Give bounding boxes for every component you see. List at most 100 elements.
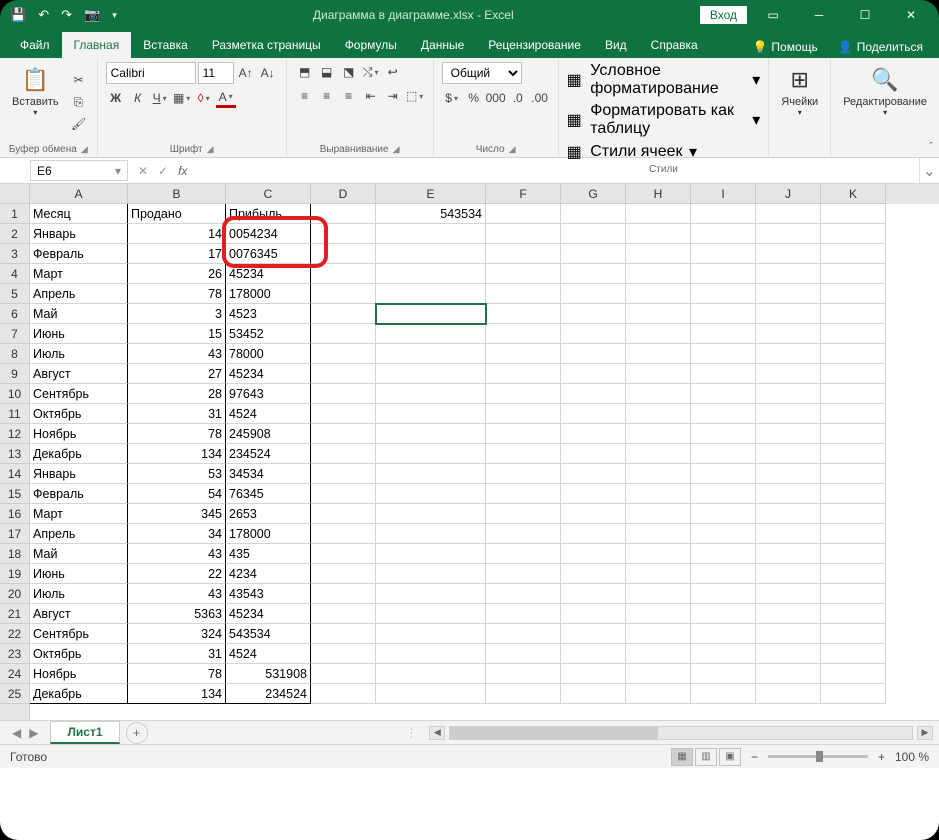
cell[interactable]: Март — [30, 504, 128, 524]
cell[interactable]: 0054234 — [226, 224, 311, 244]
row-header[interactable]: 11 — [0, 404, 30, 424]
cell[interactable]: 178000 — [226, 524, 311, 544]
conditional-formatting-button[interactable]: ▦ Условное форматирование ▾ — [567, 62, 761, 98]
cell[interactable] — [756, 464, 821, 484]
cell[interactable]: 78 — [128, 664, 226, 684]
tab-home[interactable]: Главная — [62, 32, 132, 58]
collapse-ribbon-icon[interactable]: ˆ — [929, 141, 933, 153]
cell[interactable]: Октябрь — [30, 644, 128, 664]
cell[interactable] — [821, 604, 886, 624]
col-header-E[interactable]: E — [376, 184, 486, 204]
cell[interactable] — [626, 504, 691, 524]
align-middle-icon[interactable]: ⬓ — [317, 62, 337, 82]
cell[interactable] — [486, 264, 561, 284]
cell[interactable] — [376, 644, 486, 664]
cell[interactable]: 435 — [226, 544, 311, 564]
decrease-font-icon[interactable]: A↓ — [258, 63, 278, 83]
cell[interactable] — [376, 284, 486, 304]
cell[interactable]: Прибыль — [226, 204, 311, 224]
cell[interactable] — [376, 424, 486, 444]
cell[interactable] — [756, 364, 821, 384]
cell[interactable]: 97643 — [226, 384, 311, 404]
font-launcher[interactable]: ◢ — [207, 144, 214, 155]
cell[interactable] — [376, 304, 486, 324]
cell[interactable] — [821, 524, 886, 544]
cell[interactable] — [561, 384, 626, 404]
comma-icon[interactable]: 000 — [486, 88, 506, 108]
cell[interactable] — [626, 604, 691, 624]
cell[interactable] — [691, 544, 756, 564]
cell[interactable] — [691, 484, 756, 504]
cell[interactable] — [626, 404, 691, 424]
tab-data[interactable]: Данные — [409, 32, 476, 58]
cell[interactable] — [311, 604, 376, 624]
cell[interactable]: 43 — [128, 544, 226, 564]
cell[interactable]: 2653 — [226, 504, 311, 524]
cell[interactable] — [756, 304, 821, 324]
cell[interactable] — [376, 364, 486, 384]
cell[interactable] — [756, 584, 821, 604]
tab-formulas[interactable]: Формулы — [333, 32, 409, 58]
cell[interactable] — [821, 464, 886, 484]
cell[interactable] — [821, 204, 886, 224]
align-right-icon[interactable]: ≡ — [339, 86, 359, 106]
increase-decimal-icon[interactable]: .0 — [508, 88, 528, 108]
bold-button[interactable]: Ж — [106, 88, 126, 108]
cell[interactable] — [311, 584, 376, 604]
cell[interactable] — [486, 664, 561, 684]
row-header[interactable]: 2 — [0, 224, 30, 244]
sheet-nav-next-icon[interactable]: ▶ — [29, 726, 38, 740]
cell[interactable] — [376, 604, 486, 624]
page-break-view-icon[interactable]: ▣ — [719, 748, 741, 766]
cell[interactable] — [756, 204, 821, 224]
cell[interactable]: Декабрь — [30, 684, 128, 704]
cell[interactable]: 4523 — [226, 304, 311, 324]
cell[interactable] — [756, 504, 821, 524]
page-layout-view-icon[interactable]: ▥ — [695, 748, 717, 766]
cell[interactable] — [691, 464, 756, 484]
cell[interactable]: 31 — [128, 644, 226, 664]
cell[interactable] — [821, 224, 886, 244]
cell[interactable] — [756, 524, 821, 544]
cell[interactable] — [756, 344, 821, 364]
cell[interactable]: Июнь — [30, 324, 128, 344]
decrease-decimal-icon[interactable]: .00 — [530, 88, 550, 108]
cell[interactable] — [691, 424, 756, 444]
row-header[interactable]: 23 — [0, 644, 30, 664]
cell[interactable] — [756, 684, 821, 704]
align-top-icon[interactable]: ⬒ — [295, 62, 315, 82]
cell[interactable] — [756, 384, 821, 404]
cell[interactable] — [626, 364, 691, 384]
cell[interactable] — [561, 444, 626, 464]
row-header[interactable]: 18 — [0, 544, 30, 564]
cell[interactable] — [691, 284, 756, 304]
expand-formula-bar-icon[interactable]: ⌄ — [919, 158, 939, 183]
row-header[interactable]: 21 — [0, 604, 30, 624]
cell[interactable]: 245908 — [226, 424, 311, 444]
cell[interactable]: 31 — [128, 404, 226, 424]
col-header-I[interactable]: I — [691, 184, 756, 204]
cell[interactable] — [486, 364, 561, 384]
cell[interactable] — [691, 604, 756, 624]
clipboard-launcher[interactable]: ◢ — [81, 144, 88, 155]
col-header-B[interactable]: B — [128, 184, 226, 204]
cell[interactable]: 34 — [128, 524, 226, 544]
cell[interactable]: Ноябрь — [30, 424, 128, 444]
row-header[interactable]: 17 — [0, 524, 30, 544]
col-header-J[interactable]: J — [756, 184, 821, 204]
col-header-H[interactable]: H — [626, 184, 691, 204]
cell[interactable] — [486, 304, 561, 324]
cell[interactable] — [311, 404, 376, 424]
cell[interactable]: Август — [30, 364, 128, 384]
cell[interactable] — [561, 624, 626, 644]
italic-button[interactable]: К — [128, 88, 148, 108]
cell[interactable] — [691, 524, 756, 544]
cell[interactable] — [561, 224, 626, 244]
tab-view[interactable]: Вид — [593, 32, 639, 58]
cell[interactable] — [691, 384, 756, 404]
cell[interactable] — [561, 484, 626, 504]
cell[interactable] — [626, 244, 691, 264]
cell[interactable] — [626, 224, 691, 244]
cell[interactable] — [756, 444, 821, 464]
cell[interactable]: Июнь — [30, 564, 128, 584]
